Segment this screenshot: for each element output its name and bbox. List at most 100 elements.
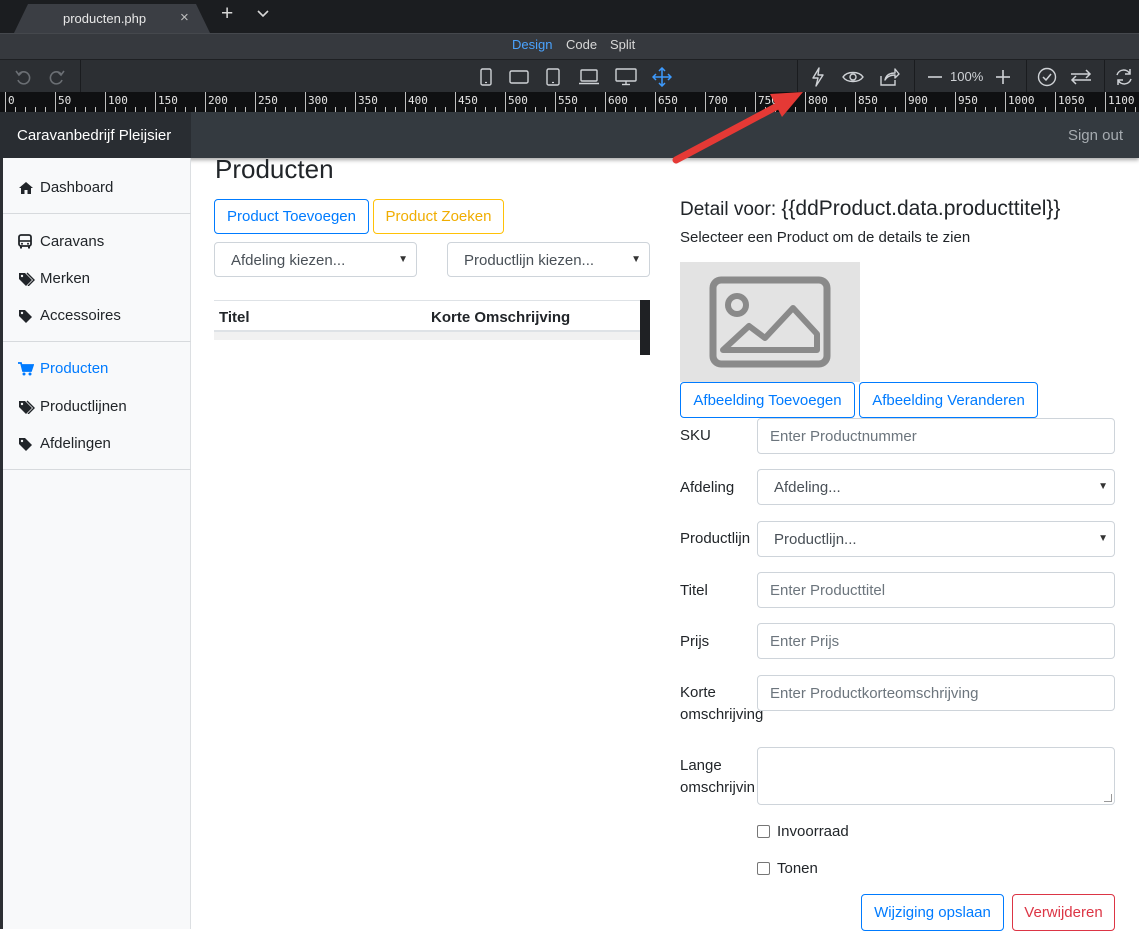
- refresh-icon[interactable]: [1112, 60, 1136, 93]
- invoorraad-label: Invoorraad: [777, 823, 849, 840]
- ruler-tick: [605, 92, 606, 112]
- checkbox-box[interactable]: [757, 825, 770, 838]
- afdeling-field[interactable]: Afdeling... ▼: [757, 469, 1115, 505]
- toolbar-divider: [80, 60, 81, 93]
- sidebar-item-accessoires[interactable]: Accessoires: [18, 307, 121, 324]
- tab-menu-chevron-icon[interactable]: [257, 6, 269, 21]
- editor-toolbar: 100%: [0, 59, 1139, 93]
- ruler-tick: [755, 92, 756, 112]
- detail-subtitle: Selecteer een Product om de details te z…: [680, 229, 971, 246]
- sidebar-divider: [3, 469, 191, 470]
- dropdown-caret-icon: ▼: [1098, 533, 1108, 544]
- bus-icon: [18, 234, 40, 249]
- korte-omschrijving-field[interactable]: Enter Productkorteomschrijving: [757, 675, 1115, 711]
- ruler-label: 850: [858, 94, 878, 107]
- checkbox-box[interactable]: [757, 862, 770, 875]
- desktop-icon[interactable]: [614, 60, 638, 93]
- zoom-in-icon[interactable]: [992, 60, 1014, 93]
- sidebar: Dashboard Caravans Merken Accessoires Pr…: [0, 158, 191, 929]
- detail-title-binding: {{ddProduct.data.producttitel}}: [781, 197, 1061, 220]
- ruler-tick: [1005, 92, 1006, 112]
- new-tab-icon[interactable]: +: [221, 3, 233, 25]
- ruler-tick: [955, 92, 956, 112]
- move-arrows-icon[interactable]: [650, 60, 674, 93]
- ruler-tick: [155, 92, 156, 112]
- share-icon[interactable]: [876, 60, 902, 93]
- ruler-label: 250: [258, 94, 278, 107]
- ruler-tick: [1055, 92, 1056, 112]
- prijs-field[interactable]: Enter Prijs: [757, 623, 1115, 659]
- titel-field[interactable]: Enter Producttitel: [757, 572, 1115, 608]
- toolbar-divider: [1026, 60, 1027, 93]
- save-changes-button[interactable]: Wijziging opslaan: [861, 894, 1004, 931]
- home-icon: [18, 181, 40, 195]
- lightning-icon[interactable]: [806, 60, 830, 93]
- tag-icon: [18, 309, 40, 323]
- productlijn-label: Productlijn: [680, 530, 751, 547]
- zoom-out-icon[interactable]: [924, 60, 946, 93]
- afdeling-select[interactable]: Afdeling kiezen... ▼: [214, 242, 417, 277]
- view-mode-split[interactable]: Split: [610, 37, 635, 52]
- preview-eye-icon[interactable]: [840, 60, 866, 93]
- ruler-label: 700: [708, 94, 728, 107]
- sidebar-item-productlijnen[interactable]: Productlijnen: [18, 398, 127, 415]
- phone-landscape-icon[interactable]: [508, 60, 530, 93]
- undo-icon[interactable]: [10, 60, 36, 93]
- product-table: Titel Korte Omschrijving: [214, 300, 650, 340]
- swap-arrows-icon[interactable]: [1068, 60, 1094, 93]
- delete-button[interactable]: Verwijderen: [1012, 894, 1115, 931]
- table-scrollbar[interactable]: [640, 300, 650, 355]
- sidebar-item-label: Afdelingen: [40, 435, 111, 452]
- ruler-label: 750: [758, 94, 778, 107]
- tonen-label: Tonen: [777, 860, 818, 877]
- sidebar-item-afdelingen[interactable]: Afdelingen: [18, 435, 111, 452]
- sku-field[interactable]: Enter Productnummer: [757, 418, 1115, 454]
- add-image-button[interactable]: Afbeelding Toevoegen: [680, 382, 855, 418]
- change-image-button[interactable]: Afbeelding Veranderen: [859, 382, 1038, 418]
- sign-out-link[interactable]: Sign out: [1068, 127, 1123, 144]
- ruler-tick: [55, 92, 56, 112]
- sidebar-item-label: Accessoires: [40, 307, 121, 324]
- sidebar-divider: [3, 213, 191, 214]
- view-mode-code[interactable]: Code: [566, 37, 597, 52]
- table-header: Titel Korte Omschrijving: [214, 300, 650, 332]
- add-product-button[interactable]: Product Toevoegen: [214, 199, 369, 234]
- ruler-tick: [1105, 92, 1106, 112]
- cart-icon: [18, 361, 40, 376]
- navbar-brand[interactable]: Caravanbedrijf Pleijsier: [0, 112, 191, 158]
- sidebar-item-merken[interactable]: Merken: [18, 270, 90, 287]
- ruler-label: 350: [358, 94, 378, 107]
- tonen-checkbox[interactable]: Tonen: [757, 860, 818, 877]
- page-title: Producten: [215, 154, 334, 184]
- sidebar-item-label: Merken: [40, 270, 91, 287]
- ruler-label: 200: [208, 94, 228, 107]
- image-icon: [709, 276, 831, 368]
- sidebar-item-producten[interactable]: Producten: [18, 360, 108, 377]
- sidebar-item-dashboard[interactable]: Dashboard: [18, 179, 113, 196]
- sidebar-item-caravans[interactable]: Caravans: [18, 233, 104, 250]
- laptop-icon[interactable]: [577, 60, 601, 93]
- ruler-tick: [655, 92, 656, 112]
- ruler-label: 900: [908, 94, 928, 107]
- ruler-label: 50: [58, 94, 72, 107]
- resize-handle-icon[interactable]: [1104, 794, 1112, 802]
- close-tab-icon[interactable]: ×: [180, 9, 189, 26]
- document-tab-label[interactable]: producten.php: [63, 11, 146, 26]
- search-product-button[interactable]: Product Zoeken: [373, 199, 504, 234]
- productlijn-field-value: Productlijn...: [774, 531, 857, 548]
- column-header-titel[interactable]: Titel: [219, 309, 250, 326]
- ruler-tick: [705, 92, 706, 112]
- productlijn-field[interactable]: Productlijn... ▼: [757, 521, 1115, 557]
- product-image-placeholder: [680, 262, 860, 382]
- column-header-korte-omschrijving[interactable]: Korte Omschrijving: [431, 309, 570, 326]
- check-circle-icon[interactable]: [1035, 60, 1059, 93]
- tablet-icon[interactable]: [543, 60, 563, 93]
- ruler-tick: [305, 92, 306, 112]
- phone-portrait-icon[interactable]: [476, 60, 496, 93]
- view-mode-design[interactable]: Design: [512, 37, 552, 52]
- invoorraad-checkbox[interactable]: Invoorraad: [757, 823, 849, 840]
- lange-omschrijving-textarea[interactable]: [757, 747, 1115, 805]
- editor-tab-bar: producten.php × +: [0, 0, 1139, 33]
- redo-icon[interactable]: [44, 60, 70, 93]
- productlijn-select[interactable]: Productlijn kiezen... ▼: [447, 242, 650, 277]
